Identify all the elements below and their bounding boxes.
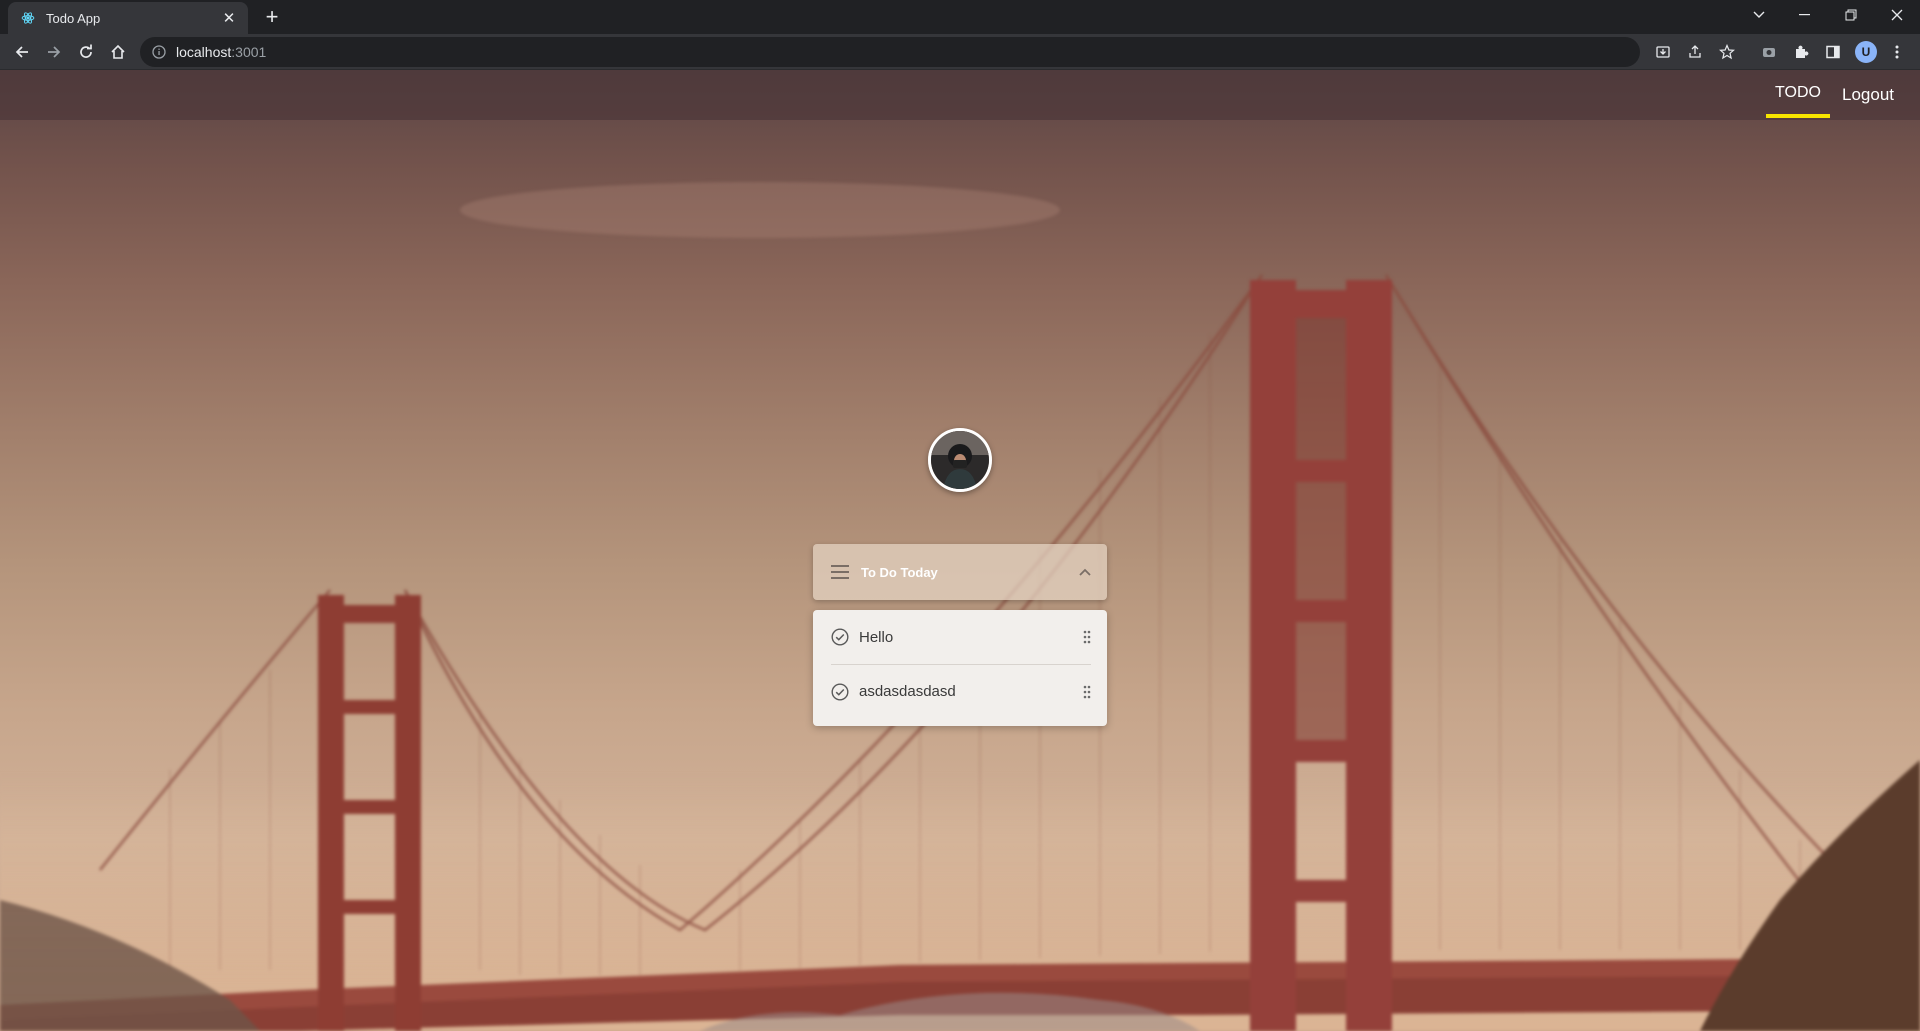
todo-items-card: Hello asdasdasdasd	[813, 610, 1107, 726]
reload-icon[interactable]	[72, 38, 100, 66]
bookmark-star-icon[interactable]	[1719, 44, 1735, 60]
restore-icon[interactable]	[1828, 0, 1874, 30]
browser-toolbar: localhost:3001	[0, 34, 1920, 70]
close-window-icon[interactable]	[1874, 0, 1920, 30]
camera-extension-icon[interactable]	[1755, 38, 1783, 66]
share-icon[interactable]	[1687, 44, 1703, 60]
todo-list-title: To Do Today	[861, 564, 938, 580]
menu-icon[interactable]	[831, 565, 849, 579]
profile-avatar-button[interactable]: U	[1855, 41, 1877, 63]
active-tab-indicator	[1766, 114, 1830, 118]
chevron-up-icon[interactable]	[1079, 568, 1091, 576]
home-icon[interactable]	[104, 38, 132, 66]
todo-item[interactable]: asdasdasdasd	[831, 664, 1091, 718]
extensions-puzzle-icon[interactable]	[1787, 38, 1815, 66]
app-navbar: TODO Logout	[0, 70, 1920, 120]
back-icon[interactable]	[8, 38, 36, 66]
logout-link[interactable]: Logout	[1842, 70, 1894, 120]
todo-item-text: Hello	[859, 628, 894, 646]
drag-handle-icon[interactable]	[1083, 630, 1091, 644]
user-avatar	[928, 428, 992, 492]
drag-handle-icon[interactable]	[1083, 685, 1091, 699]
minimize-icon[interactable]	[1782, 0, 1828, 30]
check-circle-icon[interactable]	[831, 628, 849, 646]
check-circle-icon[interactable]	[831, 682, 849, 701]
tab-title: Todo App	[46, 10, 101, 26]
tab-search-icon[interactable]	[1736, 0, 1782, 30]
nav-todo-tab[interactable]: TODO	[1766, 70, 1830, 120]
url-host: localhost	[176, 44, 232, 60]
forward-icon[interactable]	[40, 38, 68, 66]
todo-item[interactable]: Hello	[831, 610, 1091, 664]
site-info-icon[interactable]	[152, 45, 166, 59]
browser-menu-icon[interactable]	[1883, 38, 1911, 66]
page-background: TODO Logout To Do Today Hello asdasdasda…	[0, 70, 1920, 1031]
react-icon	[20, 10, 36, 26]
todo-list-header[interactable]: To Do Today	[813, 544, 1107, 600]
address-bar[interactable]: localhost:3001	[140, 37, 1735, 67]
todo-item-text: asdasdasdasd	[859, 683, 956, 700]
new-tab-button[interactable]: +	[258, 4, 286, 32]
install-app-icon[interactable]	[1655, 44, 1671, 60]
tab-close-icon[interactable]: ✕	[220, 9, 238, 27]
tab-strip: Todo App ✕ +	[0, 0, 1920, 34]
nav-todo-label: TODO	[1775, 84, 1821, 101]
browser-tab[interactable]: Todo App ✕	[8, 2, 248, 34]
url-port: :3001	[231, 44, 267, 60]
side-panel-icon[interactable]	[1819, 38, 1847, 66]
